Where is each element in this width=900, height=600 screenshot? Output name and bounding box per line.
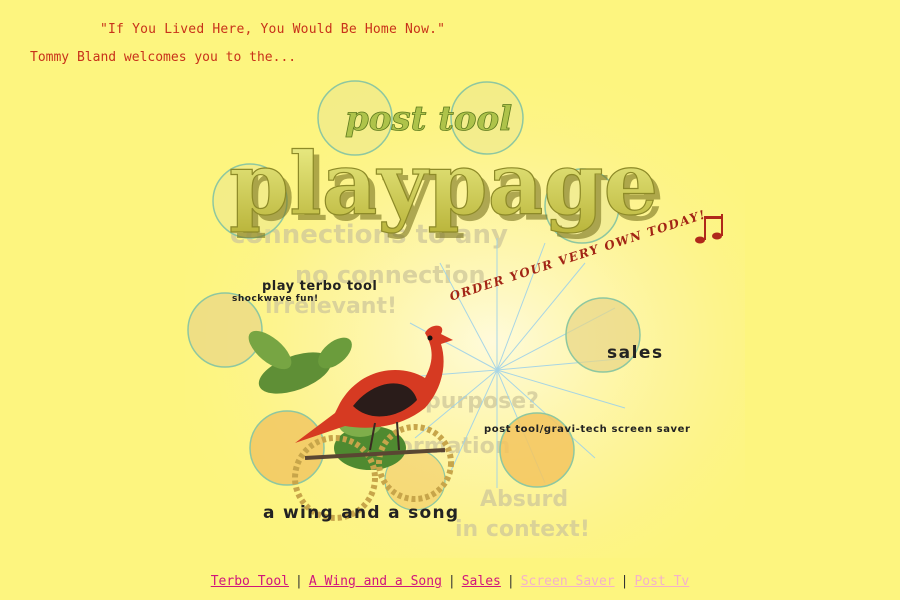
header-quote: "If You Lived Here, You Would Be Home No… [100, 22, 446, 37]
footer-nav: Terbo Tool | A Wing and a Song | Sales | Scree… [0, 574, 900, 589]
wing-and-song-link[interactable]: a wing and a song [263, 503, 459, 523]
logo-main-text: playpage [229, 134, 658, 235]
welcome-text: Tommy Bland welcomes you to the... [30, 50, 297, 65]
screen-saver-link[interactable]: post tool/gravi-tech screen saver [484, 424, 691, 435]
nav-separator: | [506, 574, 515, 589]
shockwave-fun-link[interactable]: shockwave fun! [232, 294, 319, 304]
play-terbo-tool-link[interactable]: play terbo tool [262, 279, 377, 294]
nav-post-tv[interactable]: Post Tv [628, 574, 695, 589]
sales-link[interactable]: sales [607, 343, 664, 363]
nav-wing-and-song[interactable]: A Wing and a Song [303, 574, 448, 589]
nav-separator: | [295, 574, 303, 589]
nav-terbo-tool[interactable]: Terbo Tool [205, 574, 295, 589]
nav-screen-saver[interactable]: Screen Saver [515, 574, 621, 589]
nav-sales[interactable]: Sales [456, 574, 507, 589]
playpage-collage: connections to any no connection irrelev… [185, 78, 745, 558]
logo-small-text: post tool [345, 99, 512, 139]
bg-word: Absurd [480, 487, 568, 512]
nav-separator: | [447, 574, 456, 589]
bg-word: in context! [455, 517, 590, 542]
